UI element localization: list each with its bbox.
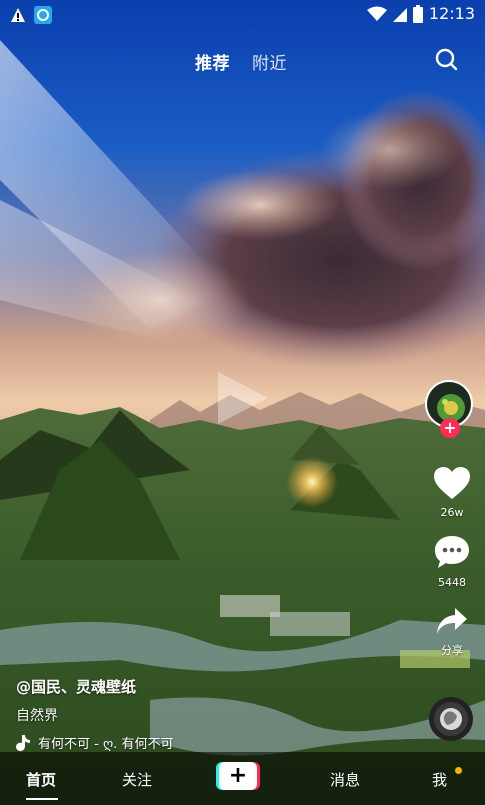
follow-button[interactable]: + xyxy=(440,418,460,438)
share-button[interactable]: 分享 xyxy=(424,606,480,658)
like-count: 26w xyxy=(440,506,464,519)
create-button[interactable]: + xyxy=(216,762,260,790)
status-right: 12:13 xyxy=(366,4,475,23)
status-left xyxy=(10,6,52,24)
comment-button[interactable]: 5448 xyxy=(424,534,480,589)
comment-icon xyxy=(433,534,471,570)
comment-count: 5448 xyxy=(438,576,466,589)
tab-nearby[interactable]: 附近 xyxy=(252,49,287,74)
video-feed-screen: 12:13 推荐 附近 + 26w 5448 分享 @国民、灵魂壁纸 自然界 有… xyxy=(0,0,485,805)
battery-icon xyxy=(412,4,423,23)
wifi-icon xyxy=(366,6,387,22)
search-button[interactable] xyxy=(434,47,458,75)
music-disc[interactable] xyxy=(428,696,474,742)
status-time: 12:13 xyxy=(428,4,475,23)
nav-home[interactable]: 首页 xyxy=(26,769,56,790)
bottom-nav: 首页 关注 + 消息 我 xyxy=(0,752,485,805)
nav-messages[interactable]: 消息 xyxy=(330,769,360,790)
top-tabs: 推荐 附近 xyxy=(0,45,485,77)
share-label: 分享 xyxy=(441,644,463,657)
notification-dot xyxy=(455,767,462,774)
music-row[interactable]: 有何不可 - ღ. 有何不可 xyxy=(16,733,396,752)
nav-home-indicator xyxy=(26,798,58,800)
signal-icon xyxy=(392,6,407,22)
app-icon xyxy=(34,6,52,24)
play-icon xyxy=(212,368,272,428)
tab-recommend[interactable]: 推荐 xyxy=(195,49,230,74)
play-button[interactable] xyxy=(212,368,272,432)
share-icon xyxy=(435,606,469,636)
music-note-icon xyxy=(16,734,30,751)
video-caption: @国民、灵魂壁纸 自然界 有何不可 - ღ. 有何不可 xyxy=(16,676,396,752)
heart-icon xyxy=(433,466,471,500)
search-icon xyxy=(434,47,458,71)
android-icon xyxy=(10,7,26,23)
nav-me[interactable]: 我 xyxy=(432,769,447,790)
nav-follow[interactable]: 关注 xyxy=(122,769,152,790)
like-button[interactable]: 26w xyxy=(424,466,480,519)
status-bar: 12:13 xyxy=(0,0,485,30)
author-name[interactable]: @国民、灵魂壁纸 xyxy=(16,676,396,697)
create-plus-label: + xyxy=(228,763,248,788)
music-title: 有何不可 - ღ. 有何不可 xyxy=(38,737,174,752)
video-category: 自然界 xyxy=(16,708,58,724)
music-disc-icon xyxy=(428,696,474,742)
